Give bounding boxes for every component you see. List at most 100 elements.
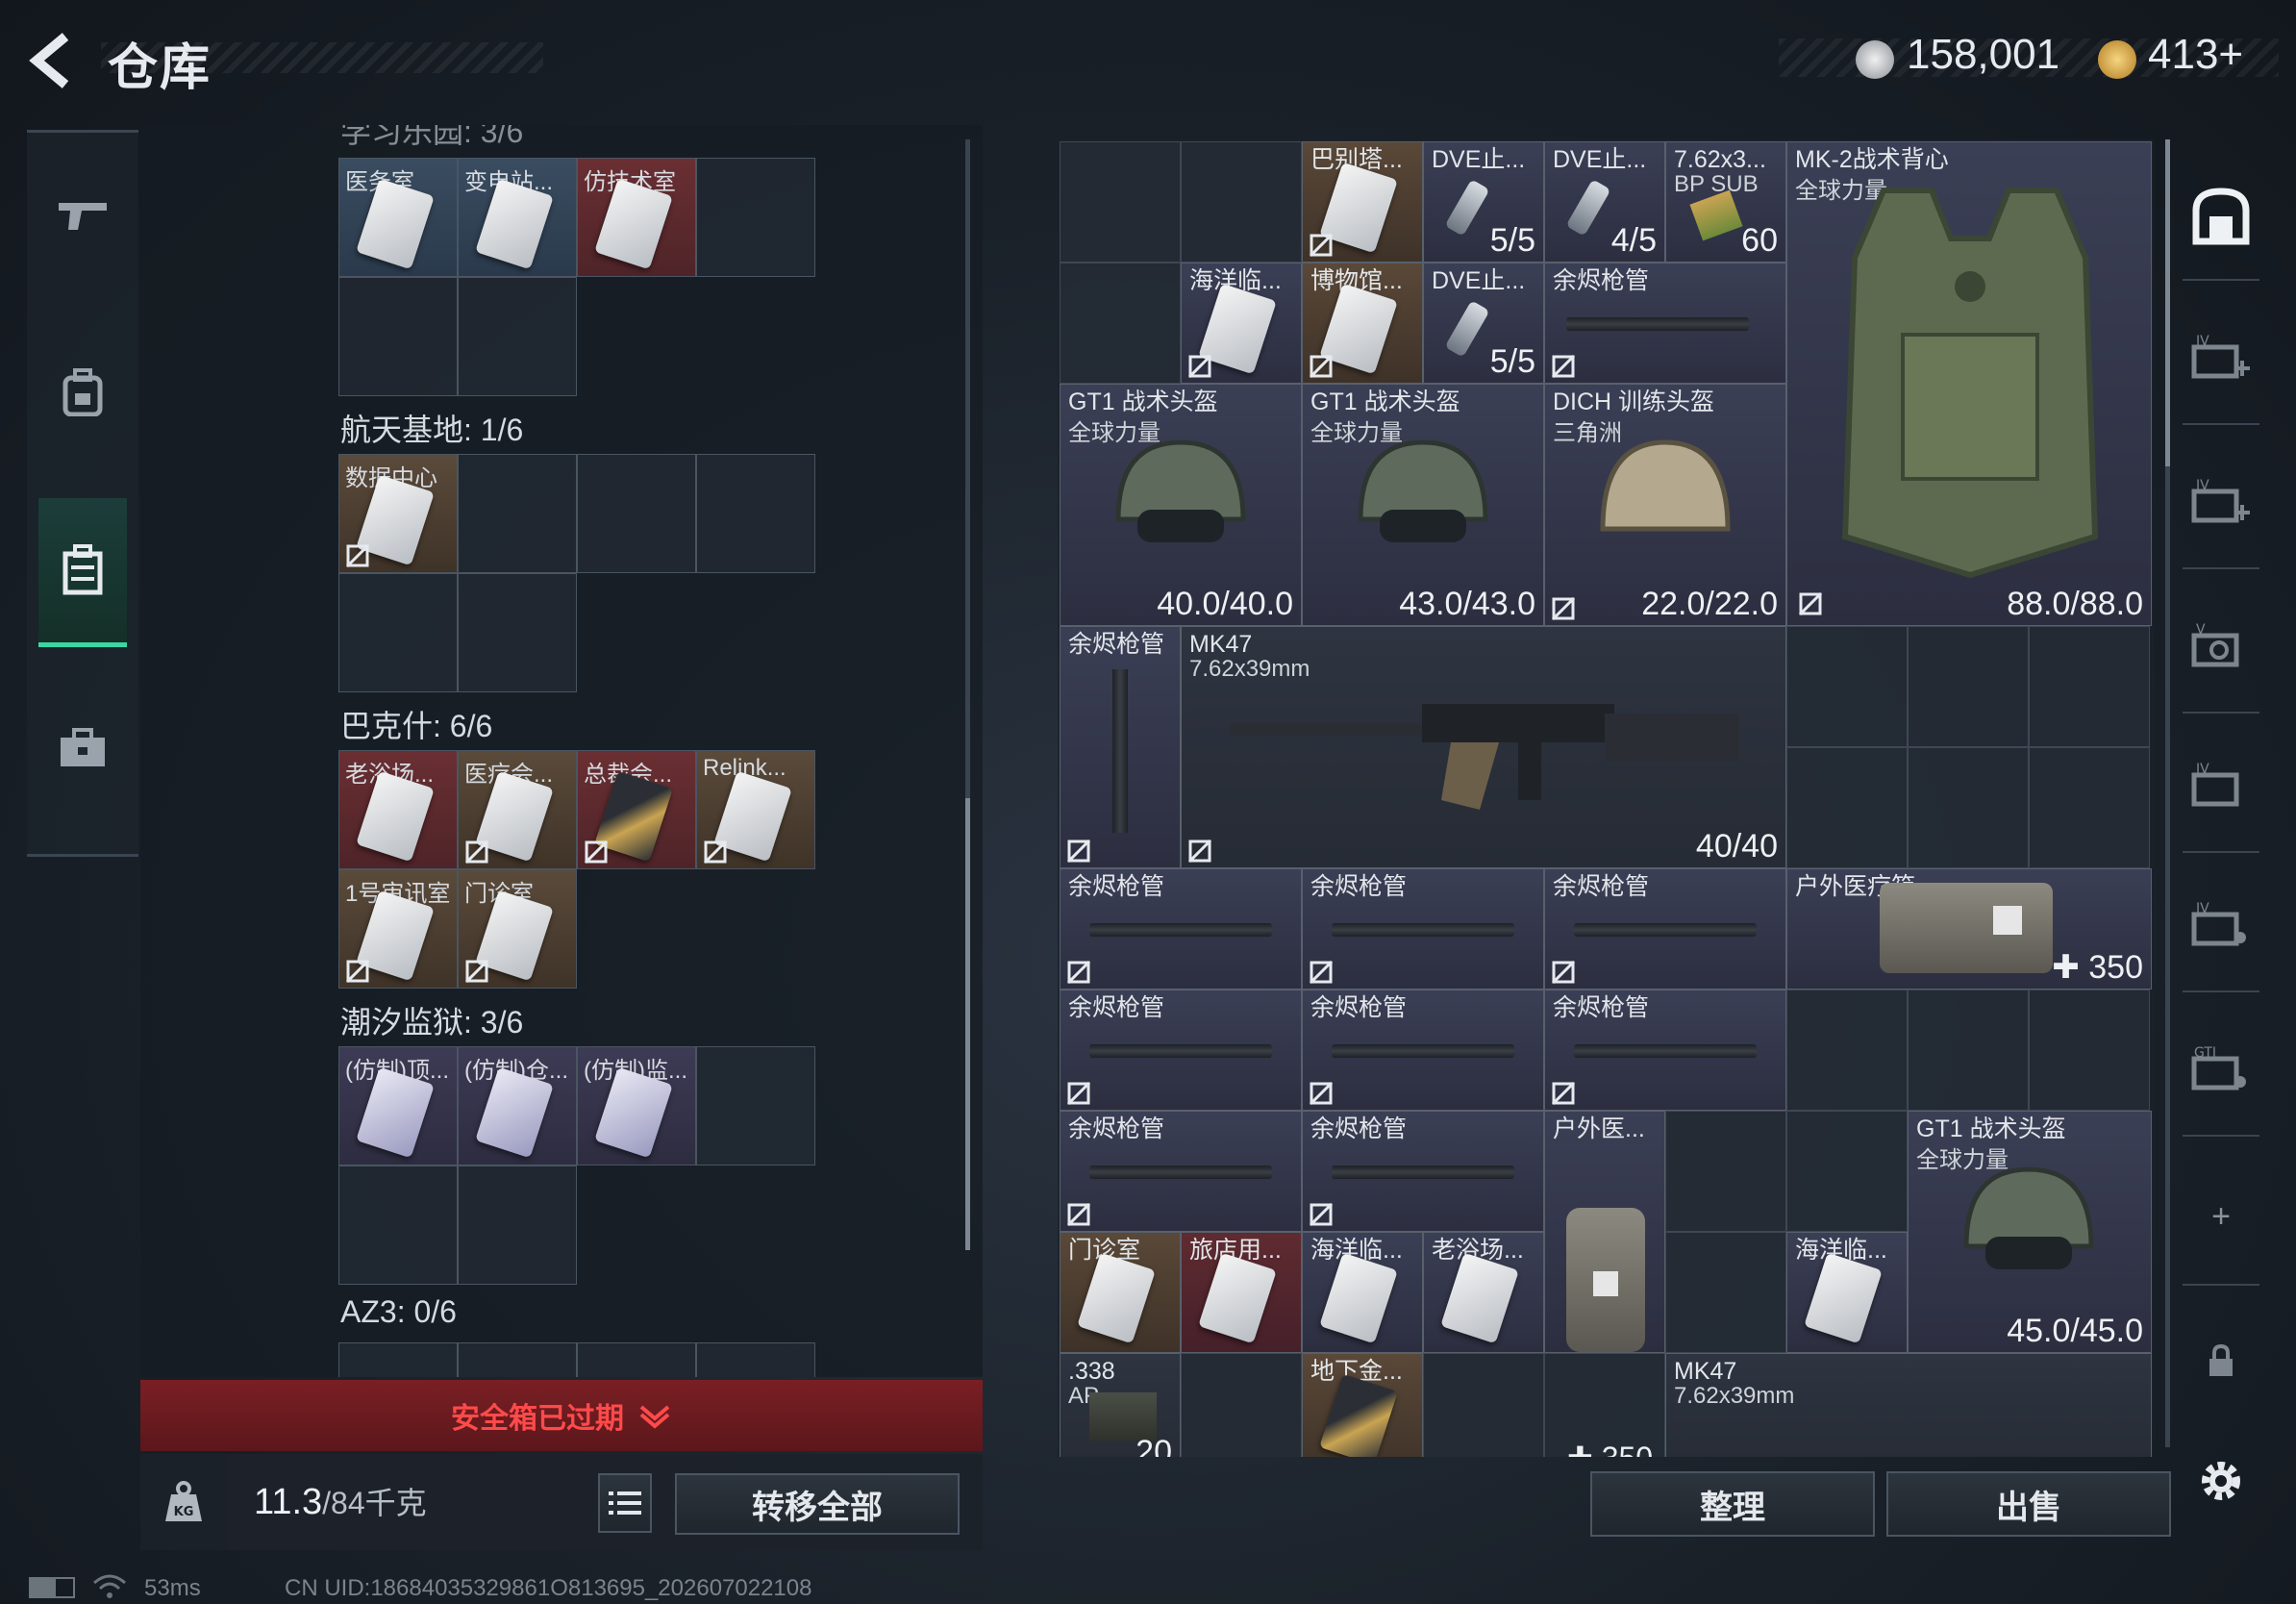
item-keycard[interactable]: 海洋临... (1786, 1232, 1908, 1353)
item-injector[interactable]: DVE止... 5/5 (1423, 141, 1544, 263)
empty-slot[interactable] (338, 277, 458, 396)
right-scrollbar-thumb[interactable] (2165, 139, 2170, 466)
add-slot-button[interactable]: + (2183, 1178, 2259, 1255)
transfer-all-button[interactable]: 转移全部 (675, 1473, 960, 1535)
item-barrel[interactable]: 余烬枪管 (1544, 990, 1786, 1111)
storage-tab-icon[interactable] (2183, 178, 2259, 255)
item-barrel[interactable]: 余烬枪管 (1060, 990, 1302, 1111)
item-barrel[interactable]: 余烬枪管 (1302, 868, 1544, 990)
item-rifle[interactable]: MK47 7.62x39mm 40/40 (1181, 626, 1786, 868)
key-slot[interactable]: Relink... (696, 750, 815, 869)
key-slot[interactable]: (仿制)仓... (458, 1046, 577, 1165)
stash-cell[interactable] (1423, 1353, 1544, 1457)
item-keycard[interactable]: 老浴场... (1423, 1232, 1544, 1353)
key-slot[interactable]: 仿技术室 (577, 158, 696, 277)
organize-button[interactable]: 整理 (1590, 1471, 1875, 1537)
stash-cell[interactable] (2029, 747, 2150, 868)
empty-slot[interactable] (577, 1342, 696, 1377)
nav-medical[interactable] (38, 676, 127, 820)
expand-slot-icon[interactable]: IV (2183, 317, 2259, 394)
item-keycard[interactable]: 海洋临... (1302, 1232, 1423, 1353)
item-barrel[interactable]: 余烬枪管 (1544, 263, 1786, 384)
key-slot[interactable]: 变电站... (458, 158, 577, 277)
stash-cell[interactable] (1181, 1353, 1302, 1457)
empty-slot[interactable] (338, 1342, 458, 1377)
item-medkit[interactable]: 户外医... (1544, 1111, 1665, 1353)
stash-cell[interactable] (1786, 626, 1908, 747)
key-slot[interactable]: 总裁会... (577, 750, 696, 869)
stash-cell[interactable] (1060, 263, 1181, 384)
item-injector[interactable]: DVE止... 4/5 (1544, 141, 1665, 263)
item-keycard[interactable]: 旅店用... (1181, 1232, 1302, 1353)
key-slot[interactable]: 医务室 (338, 158, 458, 277)
stash-cell[interactable] (1060, 141, 1181, 263)
stash-cell[interactable] (2029, 990, 2150, 1111)
item-keycard[interactable]: 门诊室 (1060, 1232, 1181, 1353)
empty-slot[interactable] (458, 1165, 577, 1285)
item-barrel[interactable]: 余烬枪管 (1302, 990, 1544, 1111)
key-slot[interactable]: 门诊室 (458, 869, 577, 989)
item-injector[interactable]: DVE止... 5/5 (1423, 263, 1544, 384)
empty-slot[interactable] (696, 1342, 815, 1377)
empty-slot[interactable] (696, 158, 815, 277)
item-barrel[interactable]: 余烬枪管 (1302, 1111, 1544, 1232)
empty-slot[interactable] (458, 277, 577, 396)
key-slot[interactable]: (仿制)顶... (338, 1046, 458, 1165)
expand-slot-icon[interactable]: IV (2183, 462, 2259, 539)
left-scrollbar-thumb[interactable] (965, 798, 970, 1250)
item-helmet[interactable]: DICH 训练头盔 三角洲 22.0/22.0 (1544, 384, 1786, 626)
stash-cell[interactable] (1908, 626, 2029, 747)
settings-button[interactable] (2183, 1442, 2259, 1519)
stash-cell[interactable] (1908, 747, 2029, 868)
key-slot[interactable]: (仿制)监... (577, 1046, 696, 1165)
key-slot[interactable]: 医疗会... (458, 750, 577, 869)
key-slot[interactable]: 老浴场... (338, 750, 458, 869)
expand-slot-icon[interactable]: IV (2183, 885, 2259, 962)
nav-storage[interactable] (38, 498, 127, 647)
item-ammo[interactable]: 7.62x3... BP SUB 60 (1665, 141, 1786, 263)
lock-button[interactable] (2183, 1322, 2259, 1399)
expand-slot-icon[interactable]: V (2183, 606, 2259, 683)
expand-slot-icon[interactable]: IV (2183, 745, 2259, 822)
empty-slot[interactable] (577, 454, 696, 573)
item-armor-vest[interactable]: MK-2战术背心 全球力量 88.0/88.0 (1786, 141, 2152, 626)
item-barrel[interactable]: 余烬枪管 (1060, 868, 1302, 990)
list-view-button[interactable] (598, 1473, 652, 1533)
empty-slot[interactable] (458, 454, 577, 573)
back-button[interactable] (23, 27, 81, 94)
item-helmet[interactable]: GT1 战术头盔 全球力量 45.0/45.0 (1908, 1111, 2152, 1353)
item-barrel[interactable]: 余烬枪管 (1544, 868, 1786, 990)
item-medkit[interactable]: 户外医疗箱 ✚ 350 (1786, 868, 2152, 990)
nav-equipment[interactable] (38, 320, 127, 464)
item-rifle[interactable]: MK47 7.62x39mm (1665, 1353, 2152, 1457)
item-barrel[interactable]: 余烬枪管 (1060, 1111, 1302, 1232)
empty-slot[interactable] (696, 1046, 815, 1165)
expand-slot-icon[interactable]: GTI (2183, 1029, 2259, 1106)
item-keycard[interactable]: 地下金... (1302, 1353, 1423, 1457)
stash-cell[interactable] (1181, 141, 1302, 263)
empty-slot[interactable] (338, 573, 458, 692)
item-helmet[interactable]: GT1 战术头盔 全球力量 43.0/43.0 (1302, 384, 1544, 626)
safe-box-expired-bar[interactable]: 安全箱已过期 (140, 1380, 983, 1451)
empty-slot[interactable] (458, 1342, 577, 1377)
stash-cell[interactable] (2029, 626, 2150, 747)
item-keycard[interactable]: 海洋临... (1181, 263, 1302, 384)
stash-cell[interactable] (1665, 1232, 1786, 1353)
item-helmet[interactable]: GT1 战术头盔 全球力量 40.0/40.0 (1060, 384, 1302, 626)
currency-gold[interactable]: 413+ (2148, 31, 2243, 79)
sell-button[interactable]: 出售 (1886, 1471, 2171, 1537)
stash-cell[interactable] (1786, 747, 1908, 868)
stash-cell[interactable] (1786, 990, 1908, 1111)
item-keycard[interactable]: 博物馆... (1302, 263, 1423, 384)
item-barrel-vertical[interactable]: 余烬枪管 (1060, 626, 1181, 868)
item-ammo-box[interactable]: .338 AP 20 (1060, 1353, 1181, 1457)
stash-cell[interactable] (1665, 1111, 1786, 1232)
stash-cell[interactable] (1908, 990, 2029, 1111)
empty-slot[interactable] (458, 573, 577, 692)
key-slot[interactable]: 1号审讯室 (338, 869, 458, 989)
empty-slot[interactable] (696, 454, 815, 573)
nav-weapons[interactable] (38, 142, 127, 287)
stash-cell[interactable] (1786, 1111, 1908, 1232)
key-slot[interactable]: 数据中心 (338, 454, 458, 573)
empty-slot[interactable] (338, 1165, 458, 1285)
